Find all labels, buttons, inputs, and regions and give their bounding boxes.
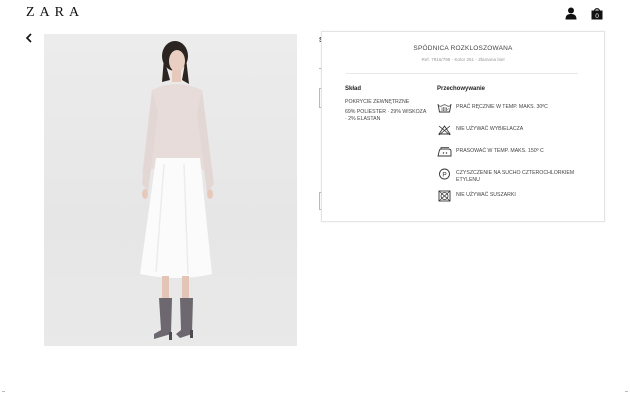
hand-wash-icon bbox=[437, 103, 452, 113]
composition-subheading: POKRYCIE ZEWNĘTRZNE bbox=[345, 99, 410, 105]
care-item: NIE UŻYWAĆ SUSZARKI bbox=[437, 190, 597, 204]
product-title: SPÓDNICA ROZKLOSZOWANA bbox=[413, 45, 513, 52]
care-item-text: NIE UŻYWAĆ WYBIELACZA bbox=[456, 126, 524, 132]
top-bar: ZARA 0 bbox=[0, 0, 630, 28]
care-item-text: PRAĆ RĘCZNIE W TEMP. MAKS. 30ºC bbox=[456, 104, 548, 110]
chevron-left-icon[interactable] bbox=[24, 32, 34, 44]
svg-text:P: P bbox=[442, 171, 446, 178]
care-item-text: PRASOWAĆ W TEMP. MAKS. 150º C bbox=[456, 148, 544, 154]
dry-clean-p-icon: P bbox=[439, 168, 450, 180]
model-photo bbox=[140, 41, 214, 340]
bag-count: 0 bbox=[595, 13, 599, 20]
user-icon[interactable] bbox=[564, 6, 578, 20]
care-heading: Przechowywanie bbox=[437, 86, 486, 92]
composition-care-popup: SPÓDNICA ROZKLOSZOWANA Ref. 7916/799 · K… bbox=[321, 31, 605, 222]
product-image[interactable] bbox=[44, 34, 297, 346]
divider bbox=[346, 73, 578, 74]
care-item-text: NIE UŻYWAĆ SUSZARKI bbox=[456, 192, 516, 198]
care-item: PRAĆ RĘCZNIE W TEMP. MAKS. 30ºC bbox=[437, 102, 597, 116]
care-item: P CZYSZCZENIE NA SUCHO CZTEROCHLORKIEM E… bbox=[437, 168, 597, 183]
iron-icon bbox=[437, 147, 452, 157]
no-tumble-dry-icon bbox=[438, 190, 451, 202]
care-item: PRASOWAĆ W TEMP. MAKS. 150º C bbox=[437, 146, 597, 160]
page-edge-mark bbox=[625, 391, 628, 392]
brand-logo[interactable]: ZARA bbox=[26, 5, 84, 21]
care-item: NIE UŻYWAĆ WYBIELACZA bbox=[437, 124, 597, 138]
no-bleach-icon bbox=[438, 125, 451, 136]
shopping-bag-icon[interactable]: 0 bbox=[590, 6, 604, 20]
composition-heading: Skład bbox=[345, 86, 362, 92]
page-edge-mark bbox=[2, 391, 5, 392]
care-item-text: CZYSZCZENIE NA SUCHO CZTEROCHLORKIEM ETY… bbox=[456, 170, 575, 183]
product-reference: Ref. 7916/799 · Kolor 251 - Złamana biel bbox=[421, 57, 505, 62]
composition-text: 69% POLIESTER · 29% WISKOZA · 2% ELASTAN bbox=[345, 109, 427, 122]
